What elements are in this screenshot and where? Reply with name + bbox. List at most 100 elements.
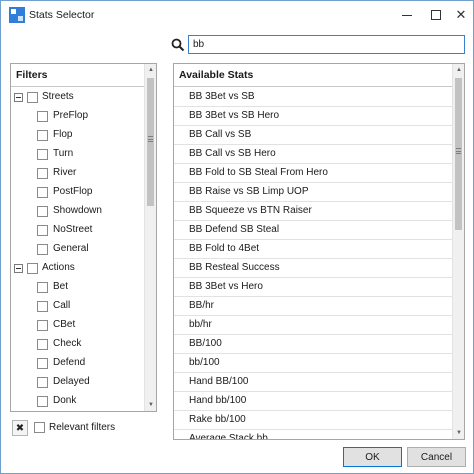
stat-row[interactable]: BB 3Bet vs SB	[174, 88, 453, 107]
filter-label: PreFlop	[53, 110, 89, 121]
filter-checkbox[interactable]	[37, 396, 48, 407]
filter-checkbox[interactable]	[27, 92, 38, 103]
stat-row[interactable]: BB Call vs SB Hero	[174, 145, 453, 164]
stat-row[interactable]: BB Squeeze vs BTN Raiser	[174, 202, 453, 221]
minimize-button[interactable]	[395, 1, 419, 29]
scroll-up-icon[interactable]: ▲	[145, 64, 157, 76]
filter-checkbox[interactable]	[37, 377, 48, 388]
grip-icon	[148, 136, 153, 142]
filter-checkbox[interactable]	[37, 282, 48, 293]
relevant-filters-checkbox[interactable]	[34, 422, 45, 433]
stat-row[interactable]: BB Resteal Success	[174, 259, 453, 278]
filter-group[interactable]: Streets	[11, 88, 144, 107]
filters-scrollbar[interactable]: ▲ ▼	[144, 64, 156, 411]
filter-label: Defend	[53, 357, 86, 368]
stat-row[interactable]: BB/hr	[174, 297, 453, 316]
filter-label: Streets	[42, 91, 74, 102]
filter-label: Bet	[53, 281, 69, 292]
stat-row[interactable]: Hand bb/100	[174, 392, 453, 411]
filter-checkbox[interactable]	[37, 339, 48, 350]
filter-checkbox[interactable]	[37, 130, 48, 141]
filter-item[interactable]: General	[11, 240, 144, 259]
filter-label: Check	[53, 338, 82, 349]
filter-checkbox[interactable]	[37, 206, 48, 217]
stat-row[interactable]: BB Fold to SB Steal From Hero	[174, 164, 453, 183]
filter-label: Actions	[42, 262, 75, 273]
filter-item[interactable]: Defend	[11, 354, 144, 373]
stat-row[interactable]: BB/100	[174, 335, 453, 354]
filter-label: River	[53, 167, 77, 178]
filter-checkbox[interactable]	[37, 187, 48, 198]
maximize-button[interactable]	[424, 1, 448, 29]
filter-item[interactable]: Donk	[11, 392, 144, 411]
filter-item[interactable]: CBet	[11, 316, 144, 335]
stat-row[interactable]: Rake bb/100	[174, 411, 453, 430]
filter-checkbox[interactable]	[37, 168, 48, 179]
filter-checkbox[interactable]	[37, 358, 48, 369]
collapse-icon[interactable]	[14, 93, 23, 102]
filter-label: Call	[53, 300, 71, 311]
stat-row[interactable]: Hand BB/100	[174, 373, 453, 392]
cancel-button[interactable]: Cancel	[407, 447, 466, 467]
ok-button[interactable]: OK	[343, 447, 402, 467]
filters-scroll-thumb[interactable]	[147, 78, 154, 206]
filters-header: Filters	[11, 64, 144, 87]
title-bar[interactable]: Stats Selector ✕	[1, 1, 473, 30]
stats-panel: Available Stats BB 3Bet vs SB BB 3Bet vs …	[173, 63, 465, 440]
stat-row[interactable]: BB Fold to 4Bet	[174, 240, 453, 259]
filter-label: General	[53, 243, 89, 254]
filter-checkbox[interactable]	[27, 263, 38, 274]
filter-item[interactable]: Call	[11, 297, 144, 316]
stats-scroll-thumb[interactable]	[455, 78, 462, 230]
scroll-down-icon[interactable]: ▼	[453, 427, 465, 439]
scroll-down-icon[interactable]: ▼	[145, 399, 157, 411]
filter-checkbox[interactable]	[37, 301, 48, 312]
clear-filters-button[interactable]: ✖	[12, 420, 28, 436]
close-button[interactable]: ✕	[449, 1, 473, 29]
stat-row[interactable]: bb/hr	[174, 316, 453, 335]
filter-item[interactable]: Delayed	[11, 373, 144, 392]
scroll-up-icon[interactable]: ▲	[453, 64, 465, 76]
filter-label: PostFlop	[53, 186, 93, 197]
filter-label: Turn	[53, 148, 74, 159]
stats-selector-window: Stats Selector ✕ Filters StreetsPreFlopF…	[0, 0, 474, 474]
filter-checkbox[interactable]	[37, 149, 48, 160]
filter-label: NoStreet	[53, 224, 93, 235]
close-icon: ✕	[455, 7, 467, 22]
minimize-icon	[402, 14, 412, 16]
x-icon: ✖	[15, 422, 25, 434]
search-input[interactable]	[188, 35, 465, 54]
filters-tree: Streets PreFlop Flop Turn River PostFlop Showd…	[11, 88, 144, 411]
stat-row[interactable]: Average Stack bb	[174, 430, 453, 439]
stats-list: BB 3Bet vs SB BB 3Bet vs SB Hero BB Call v…	[174, 88, 453, 439]
stat-row[interactable]: BB Call vs SB	[174, 126, 453, 145]
filter-group[interactable]: Actions	[11, 259, 144, 278]
filter-checkbox[interactable]	[37, 244, 48, 255]
filter-checkbox[interactable]	[37, 111, 48, 122]
stat-row[interactable]: BB 3Bet vs SB Hero	[174, 107, 453, 126]
stat-row[interactable]: bb/100	[174, 354, 453, 373]
filter-item[interactable]: Check	[11, 335, 144, 354]
filter-item[interactable]: River	[11, 164, 144, 183]
filter-item[interactable]: Turn	[11, 145, 144, 164]
stats-header: Available Stats	[174, 64, 453, 87]
filter-label: Delayed	[53, 376, 90, 387]
filter-item[interactable]: Bet	[11, 278, 144, 297]
filter-label: CBet	[53, 319, 76, 330]
filter-item[interactable]: PostFlop	[11, 183, 144, 202]
stat-row[interactable]: BB Defend SB Steal	[174, 221, 453, 240]
stat-row[interactable]: BB 3Bet vs Hero	[174, 278, 453, 297]
filter-item[interactable]: NoStreet	[11, 221, 144, 240]
filter-checkbox[interactable]	[37, 320, 48, 331]
maximize-icon	[431, 10, 441, 20]
filter-checkbox[interactable]	[37, 225, 48, 236]
filter-item[interactable]: PreFlop	[11, 107, 144, 126]
filter-item[interactable]: Flop	[11, 126, 144, 145]
filter-item[interactable]: Showdown	[11, 202, 144, 221]
stat-row[interactable]: BB Raise vs SB Limp UOP	[174, 183, 453, 202]
window-title: Stats Selector	[29, 9, 95, 21]
stats-scrollbar[interactable]: ▲ ▼	[452, 64, 464, 439]
filters-panel: Filters Streets PreFlop Flop Turn River PostF…	[10, 63, 157, 412]
filter-label: Flop	[53, 129, 73, 140]
collapse-icon[interactable]	[14, 264, 23, 273]
